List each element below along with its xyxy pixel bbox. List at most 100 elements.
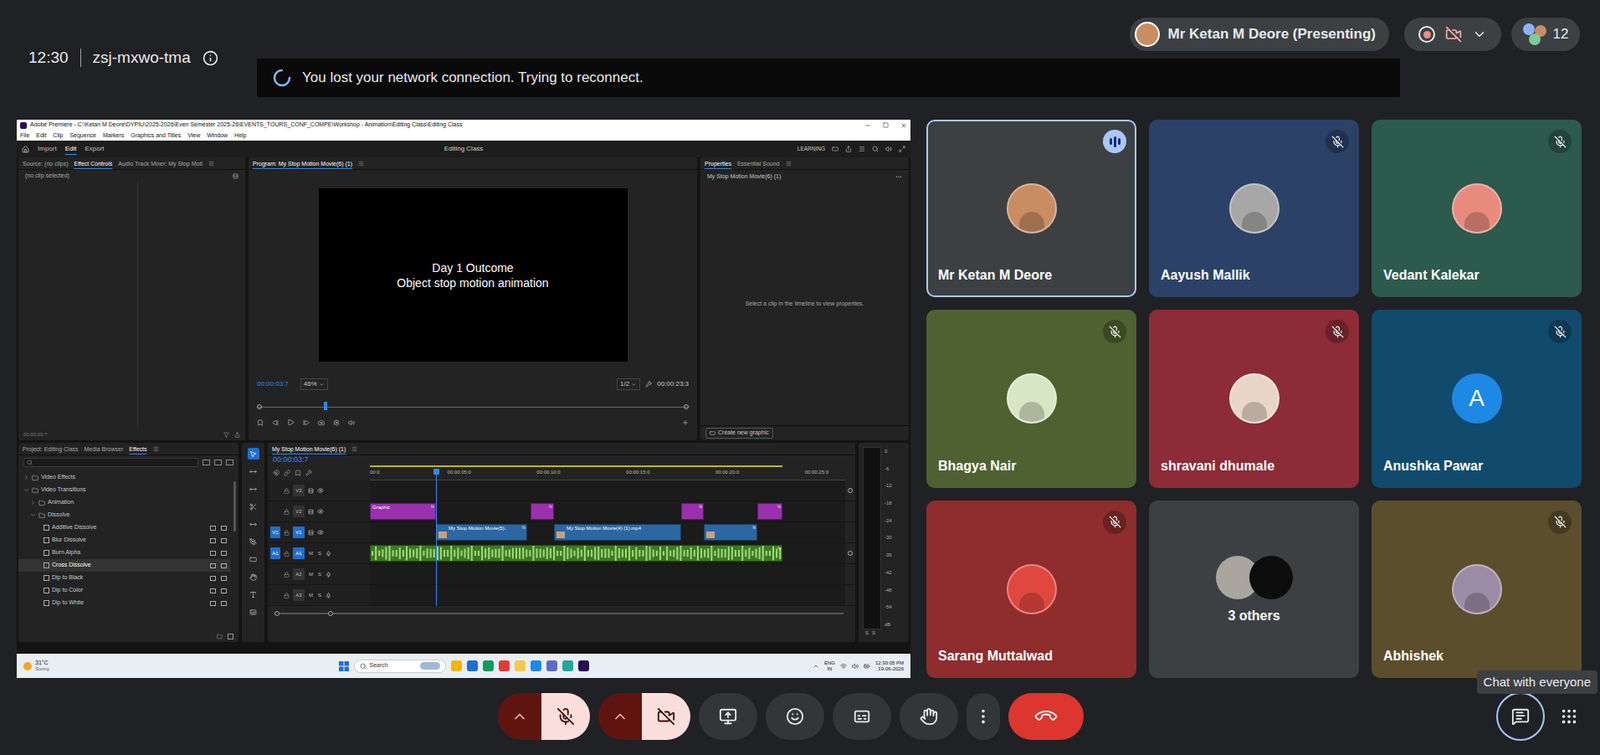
taskbar-app[interactable] (530, 660, 542, 672)
participants-button[interactable]: 12 (1511, 17, 1580, 52)
step-forward-icon[interactable] (302, 419, 310, 426)
track-button[interactable]: S (317, 591, 323, 600)
presenter-chip[interactable]: Mr Ketan M Deore (Presenting) (1129, 17, 1390, 52)
participant-tile[interactable]: 3 others (1148, 500, 1359, 678)
program-timecode[interactable]: 00:00:03:7 (256, 379, 289, 390)
present-button[interactable] (698, 692, 758, 740)
track-button[interactable]: S (317, 549, 323, 558)
tree-row[interactable]: Cross Dissolve (18, 558, 231, 572)
lock-icon[interactable] (283, 508, 290, 515)
menu-item[interactable]: Clip (52, 131, 63, 141)
close-icon[interactable] (900, 122, 908, 129)
track-button[interactable]: M (307, 549, 314, 558)
menu-item[interactable]: View (187, 131, 200, 141)
source-patch[interactable] (270, 484, 281, 497)
tree-row[interactable]: Video Effects (18, 471, 231, 484)
tray-icon[interactable] (812, 662, 820, 670)
menu-item[interactable]: Edit (35, 131, 47, 141)
track-label[interactable]: A2 (292, 568, 305, 580)
taskbar-app[interactable] (546, 660, 558, 672)
panel-menu-icon[interactable] (153, 446, 159, 452)
create-graphic-button[interactable]: Create new graphic (705, 427, 774, 439)
participant-tile[interactable]: Vedant Kalekar (1371, 119, 1582, 298)
tree-row[interactable]: Dip to Color (18, 584, 231, 597)
source-patch[interactable]: V1 (270, 526, 281, 539)
export-frame-icon[interactable] (317, 419, 325, 426)
maximize-icon[interactable] (882, 122, 889, 129)
program-scrubber[interactable] (256, 401, 689, 411)
time-ruler[interactable]: 00:000:00:05:000:00:10:000:00:15:000:00:… (369, 465, 846, 481)
track-label[interactable]: A1 (292, 547, 305, 559)
tool-button[interactable] (247, 482, 260, 495)
panel-tab[interactable]: Effects (128, 445, 147, 453)
tree-row[interactable]: Dip to Black (18, 571, 231, 585)
panel-menu-icon[interactable] (351, 446, 358, 452)
panel-tab[interactable]: Project: Editing Class (22, 445, 79, 453)
info-icon[interactable] (202, 50, 219, 67)
participant-tile[interactable]: Mr Ketan M Deore (926, 119, 1137, 298)
menu-item[interactable]: Sequence (69, 131, 97, 141)
horizontal-scrollbar[interactable] (274, 612, 844, 615)
track-button[interactable]: M (307, 570, 314, 579)
taskbar-app[interactable] (562, 660, 574, 672)
solo-button[interactable]: S (871, 629, 876, 638)
taskbar-app[interactable] (451, 660, 462, 672)
lock-icon[interactable] (283, 487, 290, 494)
reactions-button[interactable] (765, 692, 825, 740)
minimize-icon[interactable] (864, 122, 872, 129)
resolution-select[interactable]: 1/2 (616, 378, 641, 390)
effects-search[interactable] (23, 457, 199, 467)
source-patch[interactable] (270, 568, 281, 580)
play-icon[interactable] (287, 418, 295, 426)
taskbar-app[interactable] (498, 660, 510, 672)
linked-selection-icon[interactable] (283, 469, 291, 477)
panel-tab[interactable]: Source: (no clips) (22, 159, 68, 168)
more-icon[interactable] (895, 173, 903, 180)
sync-lock-icon[interactable] (307, 487, 314, 494)
sync-lock-icon[interactable] (307, 508, 314, 515)
tool-button[interactable] (247, 500, 260, 513)
language-indicator[interactable]: ENGIN (824, 660, 836, 672)
tool-button[interactable] (247, 535, 260, 548)
panel-menu-icon[interactable] (358, 160, 365, 167)
source-patch[interactable]: A1 (270, 547, 281, 559)
recording-controls[interactable] (1404, 17, 1502, 52)
settings-icon[interactable] (333, 419, 340, 426)
activities-button[interactable] (1556, 692, 1582, 740)
clock[interactable]: 12:30:05 PM19-06-2026 (875, 660, 904, 672)
zoom-select[interactable]: 46% (300, 378, 329, 390)
more-options-button[interactable] (966, 692, 1000, 740)
windows-logo[interactable] (338, 661, 349, 672)
tool-button[interactable] (247, 517, 260, 530)
camera-button[interactable] (641, 692, 691, 740)
video-clip[interactable]: My Stop Motion Movie(4) (1).mp4 (553, 523, 682, 541)
track-label[interactable]: A3 (292, 589, 305, 601)
menu-item[interactable]: File (20, 131, 30, 141)
raise-hand-button[interactable] (899, 692, 959, 740)
new-bin-icon[interactable] (216, 633, 223, 640)
menu-item[interactable]: Help (234, 131, 247, 141)
lock-icon[interactable] (283, 529, 290, 536)
tree-row[interactable]: Dissolve (18, 508, 231, 522)
participant-tile[interactable]: Aayush Mallik (1148, 119, 1359, 298)
solo-button[interactable]: S (865, 629, 869, 638)
source-patch[interactable] (270, 505, 281, 518)
workspace-tab[interactable]: Import (37, 143, 57, 154)
tool-button[interactable] (247, 588, 260, 600)
workspace-tab[interactable]: Export (84, 143, 104, 154)
graphic-clip[interactable]: Graphicfx (369, 502, 436, 520)
camera-options-button[interactable] (598, 692, 642, 740)
eye-icon[interactable] (317, 507, 324, 515)
audio-clip[interactable]: fx (369, 544, 783, 562)
tool-button[interactable] (247, 570, 260, 583)
settings-icon[interactable] (305, 469, 313, 477)
tree-row[interactable]: Video Transitions (18, 483, 231, 497)
tree-row[interactable]: Burn Alpha (18, 546, 231, 559)
home-icon[interactable] (21, 145, 30, 154)
sync-lock-icon[interactable] (307, 529, 314, 536)
microphone-button[interactable] (541, 692, 590, 740)
source-patch[interactable] (270, 589, 281, 601)
video-clip[interactable]: My Stop Motion Movie(5)..fx (435, 523, 528, 541)
tree-row[interactable]: Dip to White (18, 596, 231, 610)
chat-button[interactable] (1496, 692, 1545, 741)
